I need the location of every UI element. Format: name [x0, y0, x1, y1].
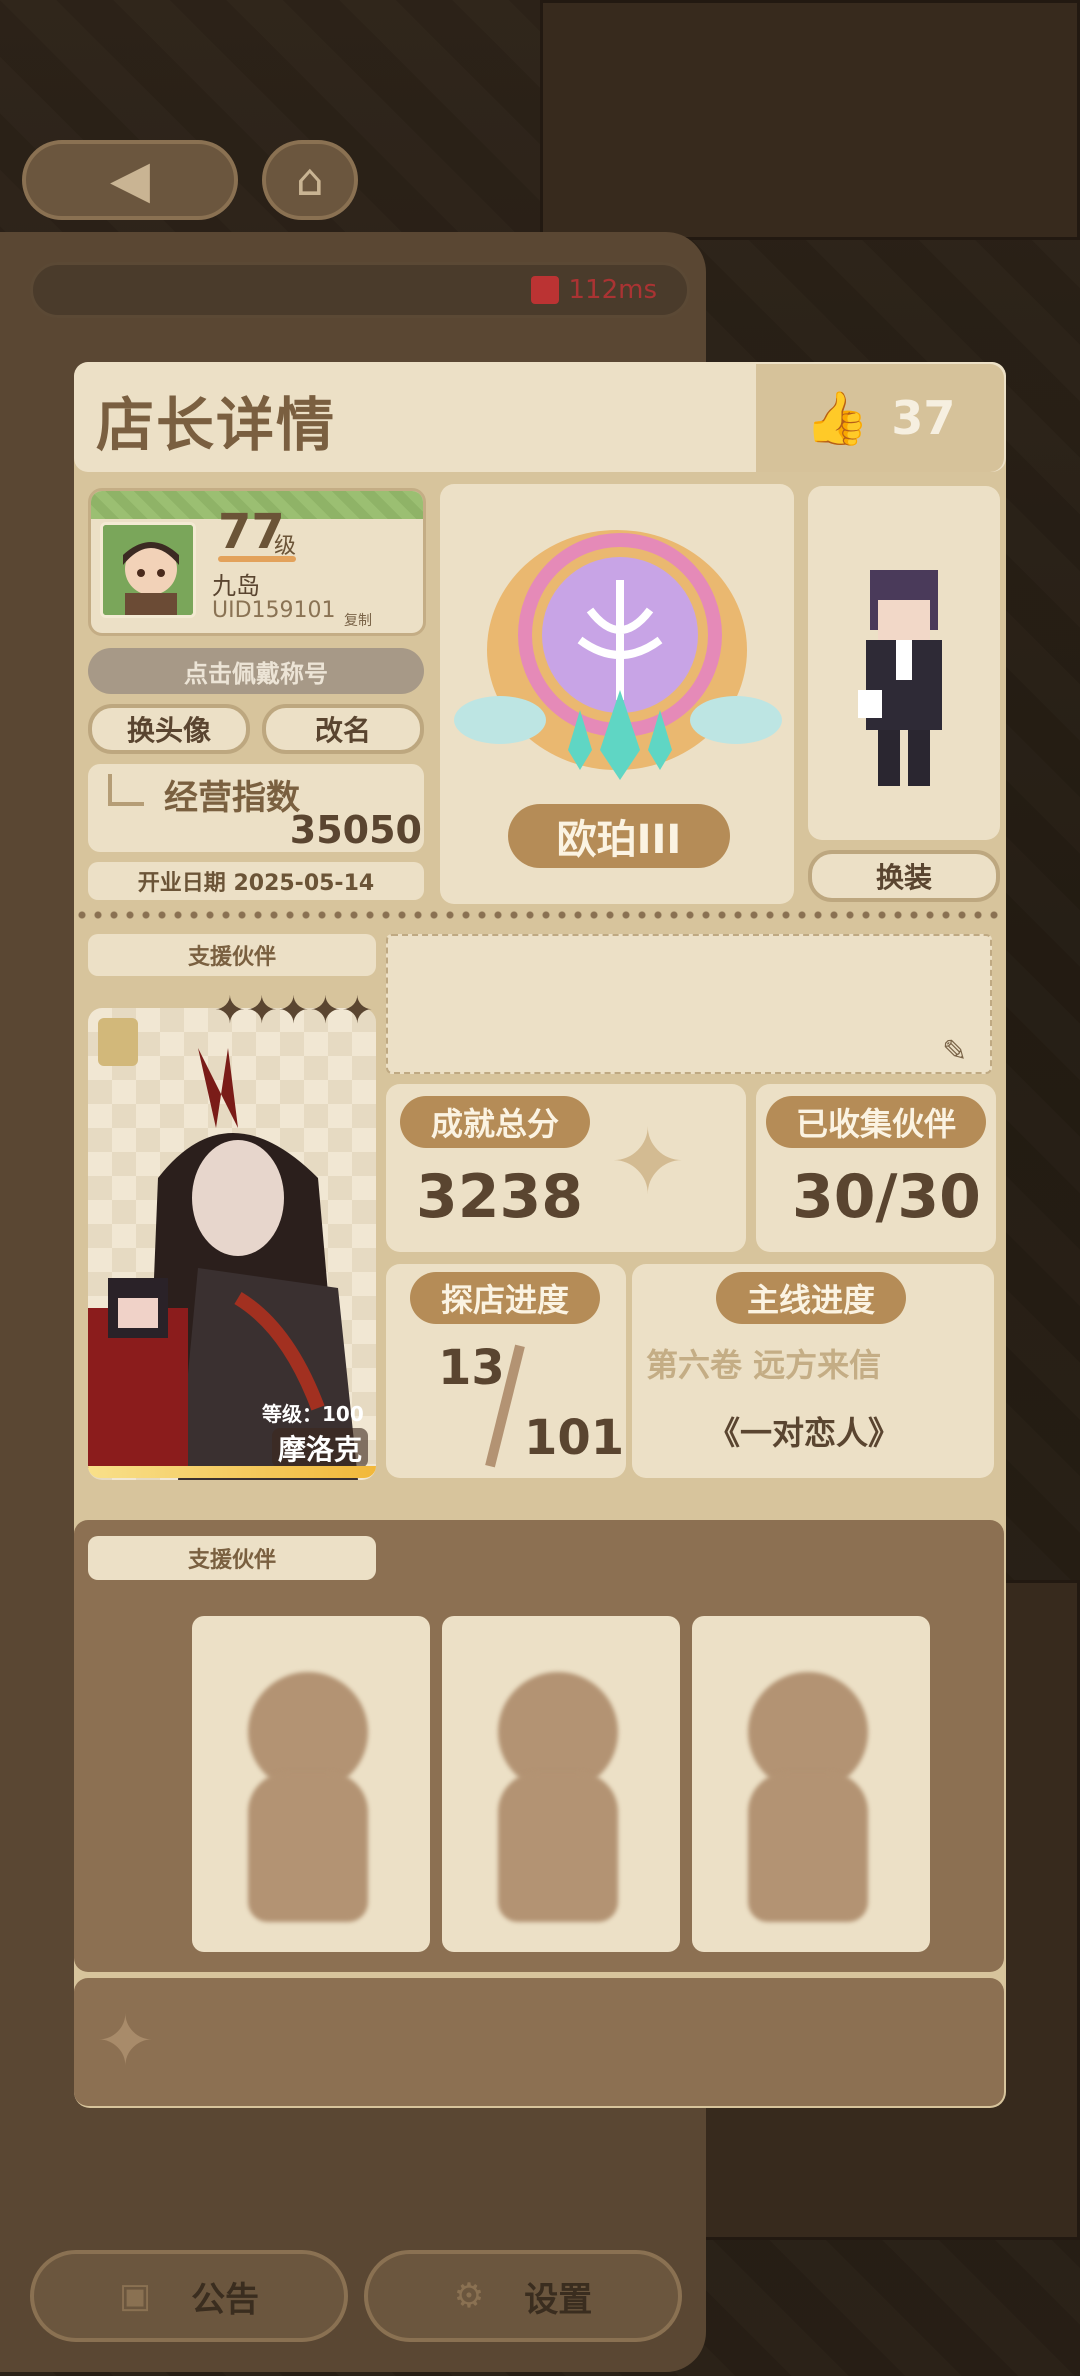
slot-silhouette-body — [498, 1772, 618, 1922]
coffee-bean-icon: ✦ — [610, 1110, 686, 1215]
change-outfit-button[interactable]: 换装 — [808, 850, 1000, 902]
page-title: 店长详情 — [96, 391, 337, 459]
change-avatar-button[interactable]: 换头像 — [88, 704, 250, 754]
collected-label: 已收集伙伴 — [766, 1096, 986, 1148]
story-title: 《一对恋人》 — [708, 1414, 901, 1452]
back-arrow-icon: ◀ — [110, 150, 150, 210]
avatar-portrait — [103, 525, 193, 615]
player-uid: UID159101 — [212, 598, 336, 623]
slot-silhouette-body — [748, 1772, 868, 1922]
gear-icon: ⚙ — [453, 2276, 485, 2316]
like-button[interactable]: 👍 37 — [756, 364, 1004, 472]
rank-name: 欧珀III — [508, 804, 730, 868]
signature-box[interactable] — [386, 934, 992, 1074]
bean-panel — [74, 1978, 1004, 2106]
collected-value: 30/30 — [792, 1162, 981, 1232]
partner-level: 等级：100 — [262, 1402, 364, 1426]
empty-partner-slot[interactable] — [192, 1616, 430, 1952]
rename-button[interactable]: 改名 — [262, 704, 424, 754]
chart-icon — [108, 774, 144, 806]
back-button[interactable]: ◀ — [22, 140, 238, 220]
settings-label: 设置 — [524, 2279, 593, 2320]
explore-total: 101 — [524, 1410, 625, 1466]
rank-badge-emblem — [454, 530, 782, 780]
home-icon: ⌂ — [296, 154, 324, 206]
support-slots-label: 支援伙伴 — [88, 1536, 376, 1580]
partner-rarity-bar — [88, 1466, 376, 1478]
business-index-value: 35050 — [289, 808, 422, 852]
edit-icon[interactable]: ✎ — [942, 1034, 967, 1069]
network-status: 112ms — [30, 262, 690, 318]
explore-label: 探店进度 — [410, 1272, 600, 1324]
character-sprite — [858, 570, 942, 786]
open-date: 开业日期 2025-05-14 — [88, 862, 424, 900]
avatar[interactable] — [100, 522, 196, 618]
story-chapter: 第六卷 远方来信 — [646, 1346, 882, 1384]
achievement-value: 3238 — [416, 1162, 583, 1232]
home-button[interactable]: ⌂ — [262, 140, 358, 220]
settings-button[interactable]: ⚙ 设置 — [364, 2250, 682, 2342]
empty-partner-slot[interactable] — [692, 1616, 930, 1952]
bean-icon: ✦ — [96, 2000, 155, 2082]
thumbs-up-icon: 👍 — [804, 388, 870, 449]
story-label: 主线进度 — [716, 1272, 906, 1324]
ping-text: 112ms — [568, 275, 658, 305]
business-index-label: 经营指数 — [164, 778, 300, 818]
perforated-divider — [74, 910, 1006, 920]
empty-partner-slot[interactable] — [442, 1616, 680, 1952]
signal-icon — [530, 276, 559, 304]
partner-name: 摩洛克 — [272, 1428, 369, 1468]
notice-label: 公告 — [191, 2279, 260, 2320]
notice-button[interactable]: ▣ 公告 — [30, 2250, 348, 2342]
level-underline — [218, 556, 296, 562]
player-name: 九岛 — [212, 572, 260, 600]
copy-uid-button[interactable]: 复制 — [344, 610, 372, 630]
support-partner-label: 支援伙伴 — [88, 934, 376, 976]
briefcase-icon: ▣ — [118, 2276, 152, 2316]
achievement-label: 成就总分 — [400, 1096, 590, 1148]
explore-current: 13 — [438, 1340, 505, 1396]
like-count: 37 — [891, 391, 956, 445]
wear-title-button[interactable]: 点击佩戴称号 — [88, 648, 424, 694]
slot-silhouette-body — [248, 1772, 368, 1922]
partner-stars: ✦✦✦✦✦ — [214, 988, 374, 1032]
